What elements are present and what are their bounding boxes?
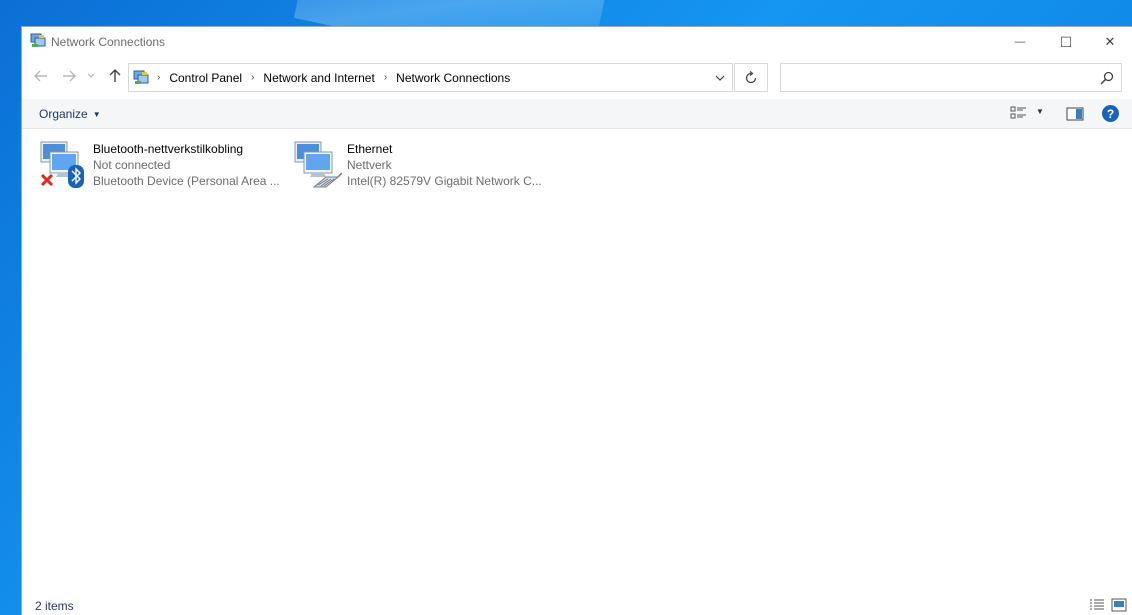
forward-button[interactable] — [58, 65, 80, 87]
item-count: 2 items — [35, 599, 74, 613]
command-bar: Organize ▼ ▼ ? — [22, 99, 1132, 129]
network-connections-window: Network Connections — ☐ ✕ › Control Pane… — [21, 26, 1132, 615]
close-icon: ✕ — [1104, 34, 1116, 49]
details-view-icon[interactable] — [1089, 598, 1105, 612]
back-arrow-icon — [34, 70, 47, 82]
forward-arrow-icon — [63, 70, 76, 82]
help-icon[interactable]: ? — [1102, 105, 1119, 122]
breadcrumb-network-connections[interactable]: Network Connections — [396, 71, 510, 85]
control-panel-icon — [133, 70, 149, 84]
refresh-button[interactable] — [734, 63, 768, 92]
connection-name: Ethernet — [347, 142, 393, 156]
address-history-button[interactable] — [708, 64, 732, 91]
search-icon — [1100, 71, 1114, 85]
back-button[interactable] — [30, 65, 52, 87]
breadcrumb-separator-icon[interactable]: › — [251, 72, 254, 83]
close-button[interactable]: ✕ — [1087, 27, 1132, 57]
connection-device: Intel(R) 82579V Gigabit Network C... — [347, 174, 542, 188]
connections-list: Bluetooth-nettverkstilkobling Not connec… — [22, 130, 1132, 600]
connection-item-ethernet[interactable]: Ethernet Nettverk Intel(R) 82579V Gigabi… — [292, 136, 542, 194]
change-view-icon[interactable] — [1010, 106, 1028, 122]
connection-item-bluetooth[interactable]: Bluetooth-nettverkstilkobling Not connec… — [38, 136, 288, 194]
breadcrumb-control-panel[interactable]: Control Panel — [169, 71, 242, 85]
connection-name: Bluetooth-nettverkstilkobling — [93, 142, 244, 156]
up-arrow-icon — [109, 69, 121, 82]
minimize-icon: — — [1014, 36, 1026, 48]
organize-label: Organize — [39, 107, 88, 121]
title-bar[interactable]: Network Connections — ☐ ✕ — [22, 27, 1132, 57]
window-title: Network Connections — [51, 35, 166, 49]
breadcrumb: › Control Panel › Network and Internet ›… — [153, 64, 510, 91]
ethernet-network-icon — [294, 141, 343, 188]
search-input[interactable] — [780, 63, 1122, 92]
recent-locations-button[interactable] — [84, 65, 98, 87]
breadcrumb-network-and-internet[interactable]: Network and Internet — [263, 71, 374, 85]
network-connections-icon — [30, 33, 46, 47]
chevron-down-icon — [715, 75, 725, 81]
maximize-button[interactable]: ☐ — [1043, 27, 1089, 57]
maximize-icon: ☐ — [1059, 33, 1073, 50]
breadcrumb-separator-icon[interactable]: › — [384, 72, 387, 83]
refresh-icon — [745, 70, 757, 83]
caret-down-icon: ▼ — [92, 109, 101, 119]
chevron-down-icon — [87, 73, 95, 78]
connection-status: Nettverk — [347, 158, 392, 172]
breadcrumb-separator-icon[interactable]: › — [157, 72, 160, 83]
organize-menu-button[interactable]: Organize ▼ — [39, 107, 101, 121]
minimize-button[interactable]: — — [997, 27, 1043, 57]
address-bar[interactable]: › Control Panel › Network and Internet ›… — [128, 63, 733, 92]
preview-pane-icon[interactable] — [1066, 106, 1084, 122]
up-button[interactable] — [104, 65, 126, 87]
connection-device: Bluetooth Device (Personal Area ... — [93, 174, 280, 188]
large-icons-view-icon[interactable] — [1111, 598, 1127, 612]
bluetooth-network-icon — [40, 141, 84, 188]
navigation-bar: › Control Panel › Network and Internet ›… — [22, 57, 1132, 99]
connection-status: Not connected — [93, 158, 171, 172]
status-bar: 2 items — [22, 596, 1132, 615]
view-menu-caret-icon[interactable]: ▼ — [1036, 107, 1044, 116]
